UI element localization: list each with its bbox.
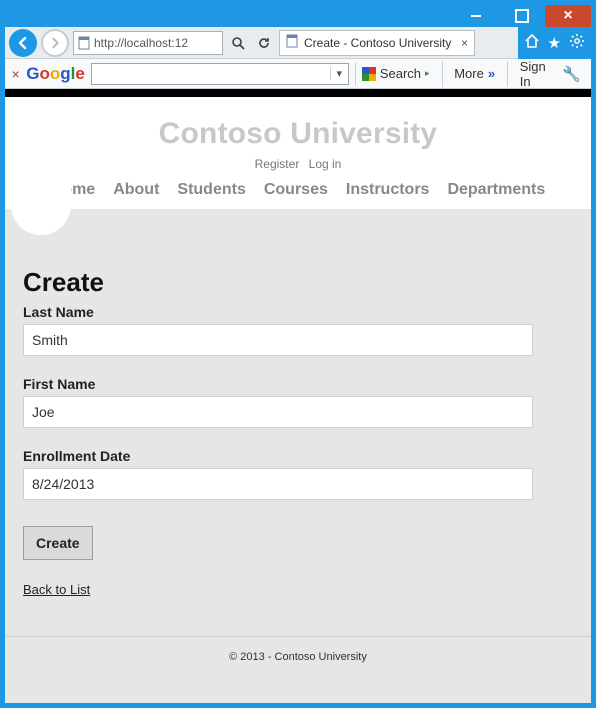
window-maximize-button[interactable] <box>499 5 545 27</box>
page-body: Contoso University Register Log in Home … <box>5 97 591 703</box>
accent-bar <box>5 89 591 97</box>
signin-button[interactable]: Sign In <box>514 59 553 89</box>
menu-courses[interactable]: Courses <box>264 181 328 199</box>
back-to-list-label: Back to List <box>23 582 90 597</box>
window-minimize-button[interactable] <box>453 5 499 27</box>
search-icon[interactable] <box>227 32 249 54</box>
menu-departments[interactable]: Departments <box>447 181 545 199</box>
separator <box>442 61 443 87</box>
address-bar[interactable]: http://localhost:12 <box>73 31 223 55</box>
main-content: Create Last Name First Name Enrollment D… <box>5 209 591 619</box>
browser-chrome-row: http://localhost:12 Create - Contoso Uni… <box>5 27 591 59</box>
chevron-right-icon: » <box>488 66 495 81</box>
settings-gear-icon[interactable] <box>569 33 585 53</box>
page-heading: Create <box>23 267 573 298</box>
page-icon <box>74 36 94 50</box>
menu-instructors[interactable]: Instructors <box>346 181 430 199</box>
tab-close-icon[interactable]: × <box>461 36 468 50</box>
address-text: http://localhost:12 <box>94 36 222 50</box>
page-icon <box>286 34 298 51</box>
site-header: Contoso University Register Log in Home … <box>5 97 591 209</box>
nav-forward-button[interactable] <box>41 29 69 57</box>
enrollment-date-label: Enrollment Date <box>23 448 573 464</box>
menu-students[interactable]: Students <box>177 181 245 199</box>
google-g-icon <box>362 67 376 81</box>
window-close-button[interactable]: × <box>545 5 591 27</box>
search-dropdown-icon[interactable]: ▾ <box>330 67 348 80</box>
first-name-input[interactable] <box>23 396 533 428</box>
favorites-icon[interactable]: ★ <box>548 34 561 52</box>
signin-label: Sign In <box>520 59 546 89</box>
create-button-label: Create <box>36 535 80 551</box>
main-menu: Home About Students Courses Instructors … <box>5 181 591 209</box>
create-button[interactable]: Create <box>23 526 93 560</box>
tab-title: Create - Contoso University <box>304 36 451 50</box>
google-search-box[interactable]: ▾ <box>91 63 349 85</box>
first-name-label: First Name <box>23 376 573 392</box>
login-link[interactable]: Log in <box>309 157 342 171</box>
chevron-down-icon: ▸ <box>425 68 430 79</box>
last-name-input[interactable] <box>23 324 533 356</box>
nav-back-button[interactable] <box>9 29 37 57</box>
browser-navbar: http://localhost:12 Create - Contoso Uni… <box>5 27 518 59</box>
home-icon[interactable] <box>524 33 540 53</box>
more-label: More <box>454 66 484 81</box>
site-title: Contoso University <box>5 117 591 151</box>
browser-window: × http://localhost:12 <box>5 5 591 703</box>
wrench-icon[interactable]: 🔧 <box>558 65 585 83</box>
separator <box>507 61 508 87</box>
google-search-input[interactable] <box>92 66 330 81</box>
enrollment-date-input[interactable] <box>23 468 533 500</box>
last-name-label: Last Name <box>23 304 573 320</box>
google-toolbar: × Google ▾ Search ▸ More » Sign In 🔧 <box>5 59 591 89</box>
auth-links: Register Log in <box>5 157 591 171</box>
refresh-icon[interactable] <box>253 32 275 54</box>
site-footer: © 2013 - Contoso University <box>5 636 591 703</box>
google-search-button[interactable]: Search ▸ <box>355 63 436 85</box>
more-button[interactable]: More » <box>448 66 501 81</box>
window-titlebar: × <box>5 5 591 27</box>
register-link[interactable]: Register <box>255 157 300 171</box>
back-to-list-link[interactable]: Back to List <box>23 582 90 597</box>
menu-about[interactable]: About <box>113 181 159 199</box>
toolbar-close-icon[interactable]: × <box>11 66 20 82</box>
browser-right-controls: ★ <box>518 27 591 59</box>
google-logo[interactable]: Google <box>26 64 85 84</box>
browser-tab[interactable]: Create - Contoso University × <box>279 30 475 56</box>
search-button-label: Search <box>380 66 421 81</box>
